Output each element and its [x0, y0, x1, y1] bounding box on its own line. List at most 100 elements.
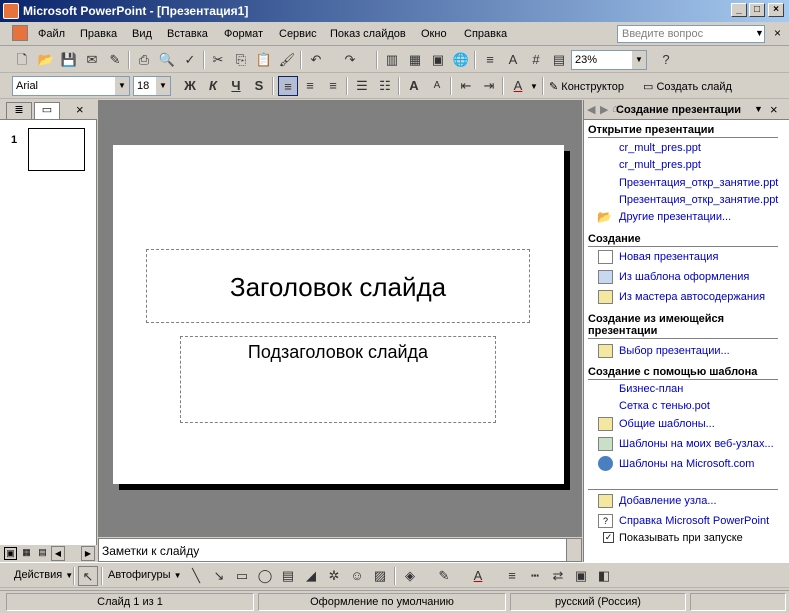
notes-pane[interactable]: Заметки к слайду [98, 538, 582, 562]
insert-hyperlink-icon[interactable]: 🌐 [451, 50, 471, 70]
subtitle-placeholder[interactable]: Подзаголовок слайда [180, 336, 496, 423]
recent-file-link[interactable]: Презентация_откр_занятие.ppt [619, 194, 778, 206]
chevron-down-icon[interactable]: ▼ [156, 77, 170, 95]
align-left-icon[interactable]: ≡ [278, 76, 298, 96]
other-presentations-link[interactable]: Другие презентации... [619, 211, 731, 223]
slide-canvas[interactable]: Заголовок слайда Подзаголовок слайда [113, 145, 564, 484]
font-size-combo[interactable]: 18 ▼ [133, 76, 171, 96]
help-dropdown-icon[interactable]: ▼ [755, 28, 764, 38]
open-icon[interactable]: 📂 [36, 50, 56, 70]
align-right-icon[interactable]: ≡ [323, 76, 343, 96]
menu-insert[interactable]: Вставка [167, 28, 208, 40]
close-icon[interactable]: × [76, 102, 84, 117]
font-combo[interactable]: Arial ▼ [12, 76, 130, 96]
from-design-template-link[interactable]: Из шаблона оформления [619, 271, 749, 283]
scroll-right-icon[interactable]: ▶ [81, 546, 95, 561]
back-icon[interactable]: ◀ [587, 103, 595, 116]
document-icon[interactable] [12, 25, 28, 41]
oval-icon[interactable]: ◯ [255, 566, 275, 586]
maximize-button[interactable]: □ [749, 3, 765, 17]
show-formatting-icon[interactable]: A [503, 50, 523, 70]
permission-icon[interactable]: ✉ [82, 50, 102, 70]
doc-close-icon[interactable]: × [774, 26, 781, 40]
close-icon[interactable]: × [770, 102, 778, 117]
font-color-icon[interactable]: A [508, 76, 528, 96]
add-node-link[interactable]: Добавление узла... [619, 495, 717, 507]
3d-style-icon[interactable]: ◧ [594, 566, 614, 586]
normal-view-icon[interactable]: ▣ [4, 547, 17, 560]
notes-scrollbar[interactable] [566, 539, 581, 561]
insert-table-icon[interactable]: ▦ [405, 50, 425, 70]
dash-style-icon[interactable]: ┅ [525, 566, 545, 586]
tab-slides[interactable]: ▭ [34, 102, 60, 119]
arrow-icon[interactable]: ↘ [209, 566, 229, 586]
fill-color-icon[interactable]: ◈ [400, 566, 420, 586]
tables-borders-icon[interactable]: ▣ [428, 50, 448, 70]
actions-menu[interactable]: Действия ▼ [14, 569, 73, 581]
recent-file-link[interactable]: cr_mult_pres.ppt [619, 142, 701, 154]
menu-slideshow[interactable]: Показ слайдов [330, 28, 406, 40]
bullets-icon[interactable]: ☷ [375, 76, 395, 96]
underline-button[interactable]: Ч [226, 76, 246, 96]
spelling-icon[interactable]: ✓ [180, 50, 200, 70]
italic-button[interactable]: К [203, 76, 223, 96]
recent-file-link[interactable]: Презентация_откр_занятие.ppt [619, 177, 778, 189]
minimize-button[interactable]: _ [731, 3, 747, 17]
choose-presentation-link[interactable]: Выбор презентации... [619, 345, 730, 357]
decrease-indent-icon[interactable]: ⇤ [456, 76, 476, 96]
arrow-style-icon[interactable]: ⇄ [548, 566, 568, 586]
powerpoint-app-icon[interactable] [3, 3, 19, 19]
tab-outline[interactable]: ≣ [6, 102, 32, 119]
line-style-icon[interactable]: ≡ [502, 566, 522, 586]
show-grid-icon[interactable]: # [526, 50, 546, 70]
help-link[interactable]: Справка Microsoft PowerPoint [619, 515, 769, 527]
increase-font-icon[interactable]: A [404, 76, 424, 96]
menu-tools[interactable]: Сервис [279, 28, 317, 40]
select-arrow-icon[interactable]: ↖ [78, 566, 98, 586]
clipart-icon[interactable]: ☺ [347, 566, 367, 586]
email-icon[interactable]: ✎ [105, 50, 125, 70]
insert-chart-icon[interactable]: ▥ [382, 50, 402, 70]
preview-icon[interactable]: 🔍 [157, 50, 177, 70]
menu-view[interactable]: Вид [132, 28, 152, 40]
recent-file-link[interactable]: cr_mult_pres.ppt [619, 159, 701, 171]
help-icon[interactable]: ? [656, 50, 676, 70]
slideshow-icon[interactable]: ▤ [36, 547, 49, 560]
line-icon[interactable]: ╲ [186, 566, 206, 586]
textbox-icon[interactable]: ▤ [278, 566, 298, 586]
microsoft-templates-link[interactable]: Шаблоны на Microsoft.com [619, 458, 754, 470]
slide-thumbnail[interactable] [28, 128, 85, 171]
general-templates-link[interactable]: Общие шаблоны... [619, 418, 715, 430]
numbering-icon[interactable]: ☰ [352, 76, 372, 96]
print-icon[interactable]: ⎙ [134, 50, 154, 70]
chevron-down-icon[interactable]: ▼ [754, 104, 763, 114]
undo-icon[interactable]: ↶ [306, 50, 326, 70]
scroll-left-icon[interactable]: ◀ [51, 546, 65, 561]
menu-edit[interactable]: Правка [80, 28, 117, 40]
menu-format[interactable]: Формат [224, 28, 263, 40]
close-button[interactable]: × [768, 3, 784, 17]
help-question-input[interactable]: Введите вопрос [617, 25, 765, 43]
design-button[interactable]: ✎ Конструктор [549, 80, 624, 93]
wordart-icon[interactable]: ◢ [301, 566, 321, 586]
chevron-down-icon[interactable]: ▼ [632, 51, 646, 69]
chevron-down-icon[interactable]: ▼ [115, 77, 129, 95]
title-placeholder[interactable]: Заголовок слайда [146, 249, 530, 323]
forward-icon[interactable]: ▶ [600, 103, 608, 116]
show-on-startup-checkbox[interactable]: ✓ [603, 532, 614, 543]
zoom-combo[interactable]: 23% ▼ [571, 50, 647, 70]
copy-icon[interactable]: ⎘ [231, 50, 251, 70]
chevron-down-icon[interactable]: ▼ [530, 82, 538, 91]
menu-file[interactable]: Файл [38, 28, 65, 40]
autocontent-wizard-link[interactable]: Из мастера автосодержания [619, 291, 765, 303]
line-color-icon[interactable]: ✎ [434, 566, 454, 586]
decrease-font-icon[interactable]: A [427, 76, 447, 96]
shadow-button[interactable]: S [249, 76, 269, 96]
menu-window[interactable]: Окно [421, 28, 447, 40]
autoshapes-menu[interactable]: Автофигуры ▼ [108, 569, 182, 581]
menu-help[interactable]: Справка [464, 28, 507, 40]
color-grayscale-icon[interactable]: ▤ [549, 50, 569, 70]
picture-icon[interactable]: ▨ [370, 566, 390, 586]
new-slide-button[interactable]: ▭ Создать слайд [643, 80, 732, 93]
shadow-style-icon[interactable]: ▣ [571, 566, 591, 586]
